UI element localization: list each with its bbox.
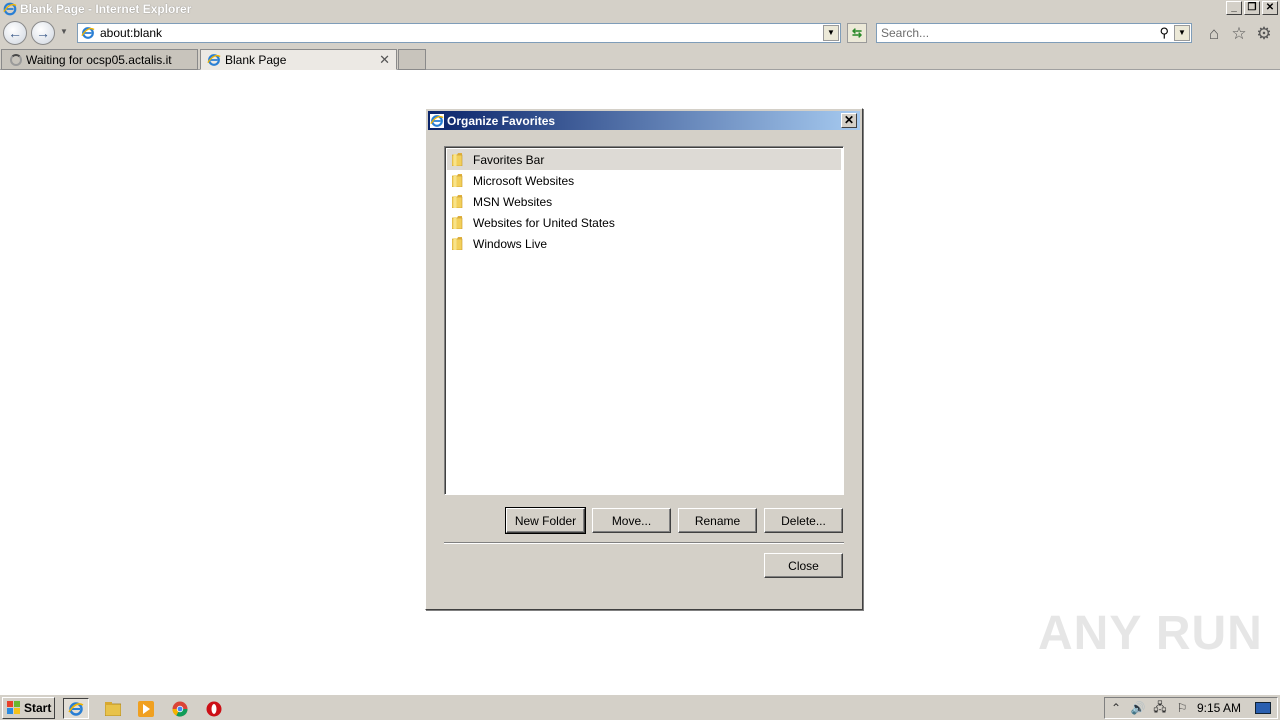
folder-label: Favorites Bar — [473, 152, 545, 167]
list-item[interactable]: MSN Websites — [447, 191, 841, 212]
history-dropdown-icon[interactable]: ▼ — [60, 27, 68, 36]
volume-icon[interactable]: 🔊 — [1127, 701, 1149, 715]
tab-title: Blank Page — [225, 52, 287, 67]
folder-icon — [452, 153, 463, 166]
folder-icon — [452, 216, 463, 229]
folder-icon — [452, 237, 463, 250]
ie-page-icon — [207, 53, 221, 66]
dialog-close-button[interactable]: ✕ — [841, 113, 857, 128]
back-button[interactable]: ← — [3, 21, 27, 45]
address-bar[interactable]: about:blank ▼ — [77, 23, 841, 43]
forward-arrow-icon: → — [36, 25, 50, 41]
list-item[interactable]: Windows Live — [447, 233, 841, 254]
folder-icon — [452, 195, 463, 208]
start-label: Start — [24, 701, 52, 715]
tab-loading[interactable]: Waiting for ocsp05.actalis.it — [1, 49, 198, 70]
move-button[interactable]: Move... — [592, 508, 671, 533]
list-item[interactable]: Microsoft Websites — [447, 170, 841, 191]
rename-button[interactable]: Rename — [678, 508, 757, 533]
ie-logo-icon — [3, 2, 17, 16]
list-item[interactable]: Favorites Bar — [447, 149, 841, 170]
ie-logo-icon — [430, 113, 444, 128]
refresh-icon: ⇆ — [851, 26, 863, 40]
back-arrow-icon: ← — [8, 25, 22, 41]
tab-blank-page[interactable]: Blank Page ✕ — [200, 49, 397, 70]
media-player-icon — [138, 700, 154, 717]
search-icon[interactable]: ⚲ — [1159, 25, 1169, 41]
address-text[interactable]: about:blank — [100, 26, 162, 40]
close-window-button[interactable]: ✕ — [1262, 1, 1278, 15]
opera-icon — [206, 701, 222, 716]
show-desktop-icon[interactable] — [1255, 702, 1272, 714]
close-button[interactable]: Close — [764, 553, 843, 578]
chrome-icon — [172, 701, 188, 717]
system-tray: ⌃ 🔊 🖧 ⚐ 9:15 AM — [1104, 697, 1278, 719]
favorites-folder-list[interactable]: Favorites Bar Microsoft Websites MSN Web… — [444, 146, 844, 495]
organize-favorites-dialog: Organize Favorites ✕ Favorites Bar Micro… — [425, 108, 863, 610]
anyrun-watermark: ANY RUN — [1038, 607, 1263, 660]
taskbar-opera-button[interactable] — [201, 698, 227, 719]
network-icon[interactable]: 🖧 — [1149, 698, 1171, 719]
taskbar-media-player-button[interactable] — [133, 698, 159, 719]
dialog-title: Organize Favorites — [447, 113, 556, 128]
action-center-flag-icon[interactable]: ⚐ — [1171, 701, 1193, 715]
delete-button[interactable]: Delete... — [764, 508, 843, 533]
start-button[interactable]: Start — [2, 697, 55, 719]
new-tab-button[interactable] — [398, 49, 426, 70]
show-hidden-icons-icon[interactable]: ⌃ — [1105, 701, 1127, 715]
clock[interactable]: 9:15 AM — [1197, 701, 1241, 715]
home-icon[interactable]: ⌂ — [1204, 24, 1224, 44]
ie-logo-icon — [68, 701, 84, 716]
navigation-bar: ← → ▼ about:blank ▼ ⇆ ⚲ ▼ ⌂ ☆ ⚙ — [0, 18, 1280, 48]
window-title-bar: Blank Page - Internet Explorer _ ❐ ✕ — [0, 0, 1280, 18]
folder-label: MSN Websites — [473, 194, 553, 209]
refresh-button[interactable]: ⇆ — [847, 23, 867, 43]
close-icon: ✕ — [843, 113, 855, 127]
forward-button[interactable]: → — [31, 21, 55, 45]
folder-label: Microsoft Websites — [473, 173, 575, 188]
tab-strip: Waiting for ocsp05.actalis.it Blank Page… — [0, 48, 1280, 70]
search-dropdown-button[interactable]: ▼ — [1174, 25, 1190, 41]
minimize-button[interactable]: _ — [1226, 1, 1242, 15]
dialog-title-bar: Organize Favorites ✕ — [428, 111, 860, 130]
new-folder-button[interactable]: New Folder — [505, 507, 586, 534]
folder-label: Windows Live — [473, 236, 548, 251]
address-dropdown-button[interactable]: ▼ — [823, 25, 839, 41]
search-box[interactable]: ⚲ ▼ — [876, 23, 1192, 43]
restore-button[interactable]: ❐ — [1244, 1, 1260, 15]
windows-flag-icon — [7, 701, 20, 714]
ie-page-icon — [81, 27, 95, 39]
window-title: Blank Page - Internet Explorer — [20, 2, 192, 16]
favorites-star-icon[interactable]: ☆ — [1229, 24, 1249, 44]
folder-icon — [105, 701, 121, 716]
taskbar-explorer-button[interactable] — [100, 698, 126, 719]
window-controls: _ ❐ ✕ — [1226, 1, 1278, 15]
taskbar: Start ⌃ 🔊 🖧 ⚐ 9:15 AM — [0, 694, 1280, 720]
folder-label: Websites for United States — [473, 215, 615, 230]
tab-title: Waiting for ocsp05.actalis.it — [26, 52, 172, 67]
gear-icon[interactable]: ⚙ — [1254, 24, 1274, 44]
dialog-separator — [444, 542, 844, 544]
loading-spinner-icon — [10, 53, 22, 66]
folder-icon — [452, 174, 463, 187]
taskbar-chrome-button[interactable] — [167, 698, 193, 719]
close-tab-icon[interactable]: ✕ — [379, 52, 390, 68]
taskbar-ie-button[interactable] — [63, 698, 89, 719]
search-input[interactable] — [881, 24, 1151, 42]
list-item[interactable]: Websites for United States — [447, 212, 841, 233]
